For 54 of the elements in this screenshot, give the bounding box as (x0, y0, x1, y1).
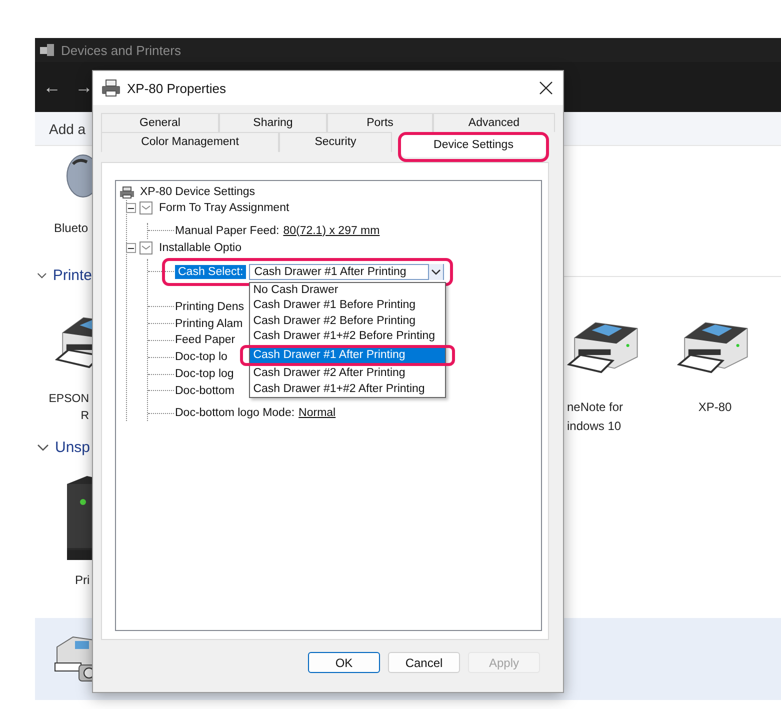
tree-item[interactable]: Feed Paper (174, 334, 236, 346)
collapse-icon[interactable] (126, 203, 136, 214)
tree-item[interactable]: Doc-bottom (174, 384, 236, 397)
document-icon (138, 201, 154, 216)
tree-item[interactable]: Doc-bottom logo Mode: (174, 407, 296, 420)
dropdown-option[interactable]: Cash Drawer #1+#2 After Printing (250, 382, 446, 398)
dropdown-option[interactable]: Cash Drawer #1 After Printing (250, 348, 446, 364)
chevron-down-icon[interactable] (37, 272, 47, 280)
tab[interactable]: Advanced (433, 113, 555, 132)
tree-item[interactable]: Installable Optio (158, 242, 242, 254)
tree-item[interactable]: XP-80 Device Settings (139, 186, 256, 198)
dropdown-option[interactable]: Cash Drawer #1 Before Printing (250, 298, 446, 314)
devices-icon (39, 43, 55, 57)
tab[interactable]: Ports (327, 113, 433, 132)
window-title: Devices and Printers (61, 42, 181, 58)
tree-item[interactable]: Doc-top lo (174, 351, 228, 364)
collapse-icon[interactable] (126, 242, 136, 253)
tab[interactable]: Device Settings (401, 135, 546, 157)
section-header[interactable]: Unsp (55, 439, 90, 456)
tab[interactable]: Color Management (101, 132, 279, 152)
setting-value-link[interactable]: Normal (298, 407, 336, 420)
tab[interactable]: Security (279, 132, 392, 152)
tab[interactable]: Sharing (219, 113, 327, 132)
navigation-button[interactable]: ← (43, 76, 61, 98)
chevron-down-icon[interactable] (37, 444, 49, 452)
printer-icon (101, 79, 121, 97)
section-header[interactable]: Printe (52, 267, 92, 284)
device-label: Blueto (54, 220, 88, 237)
dialog-title: XP-80 Properties (127, 80, 226, 96)
dropdown-option[interactable]: No Cash Drawer (250, 282, 446, 298)
chevron-down-icon[interactable] (428, 264, 444, 280)
tree-item[interactable]: Manual Paper Feed: (174, 224, 280, 237)
navigation-button[interactable]: → (75, 76, 93, 98)
printer-icon (119, 186, 135, 199)
device-label: neNote for indows 10 (567, 399, 624, 435)
dropdown-option[interactable]: Cash Drawer #2 After Printing (250, 366, 446, 382)
cash-select-dropdown[interactable]: Cash Drawer #1 After Printing (249, 264, 444, 280)
setting-value-link[interactable]: 80(72.1) x 297 mm (283, 224, 380, 237)
device-label: Pri (75, 572, 90, 589)
add-device-button[interactable]: Add a (49, 120, 86, 136)
device-label: EPSON R (48, 392, 89, 424)
tree-item[interactable]: Form To Tray Assignment (158, 202, 290, 214)
close-icon[interactable] (539, 81, 553, 95)
dropdown-option[interactable]: Cash Drawer #2 Before Printing (250, 314, 446, 330)
dialog-button[interactable]: OK (308, 652, 380, 673)
tab[interactable]: General (101, 113, 219, 132)
setting-label[interactable]: Cash Select: (175, 264, 246, 279)
tree-item[interactable]: Doc-top log (174, 368, 235, 380)
dropdown-option[interactable]: Cash Drawer #1+#2 Before Printing (250, 329, 446, 345)
dialog-button[interactable]: Cancel (388, 652, 460, 673)
device-label: XP-80 (698, 399, 732, 416)
tree-item[interactable]: Printing Alam (174, 318, 244, 330)
document-icon (138, 240, 154, 255)
tree-item[interactable]: Printing Dens (174, 300, 246, 313)
